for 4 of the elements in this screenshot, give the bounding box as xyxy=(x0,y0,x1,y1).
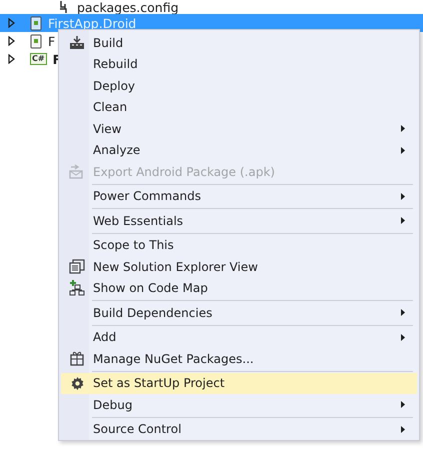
tree-item-label: packages.config xyxy=(77,0,179,14)
tree-item-label: F xyxy=(48,34,56,48)
tree-item-label: FirstApp.Droid xyxy=(48,16,136,30)
project-badge: C# xyxy=(30,53,47,65)
